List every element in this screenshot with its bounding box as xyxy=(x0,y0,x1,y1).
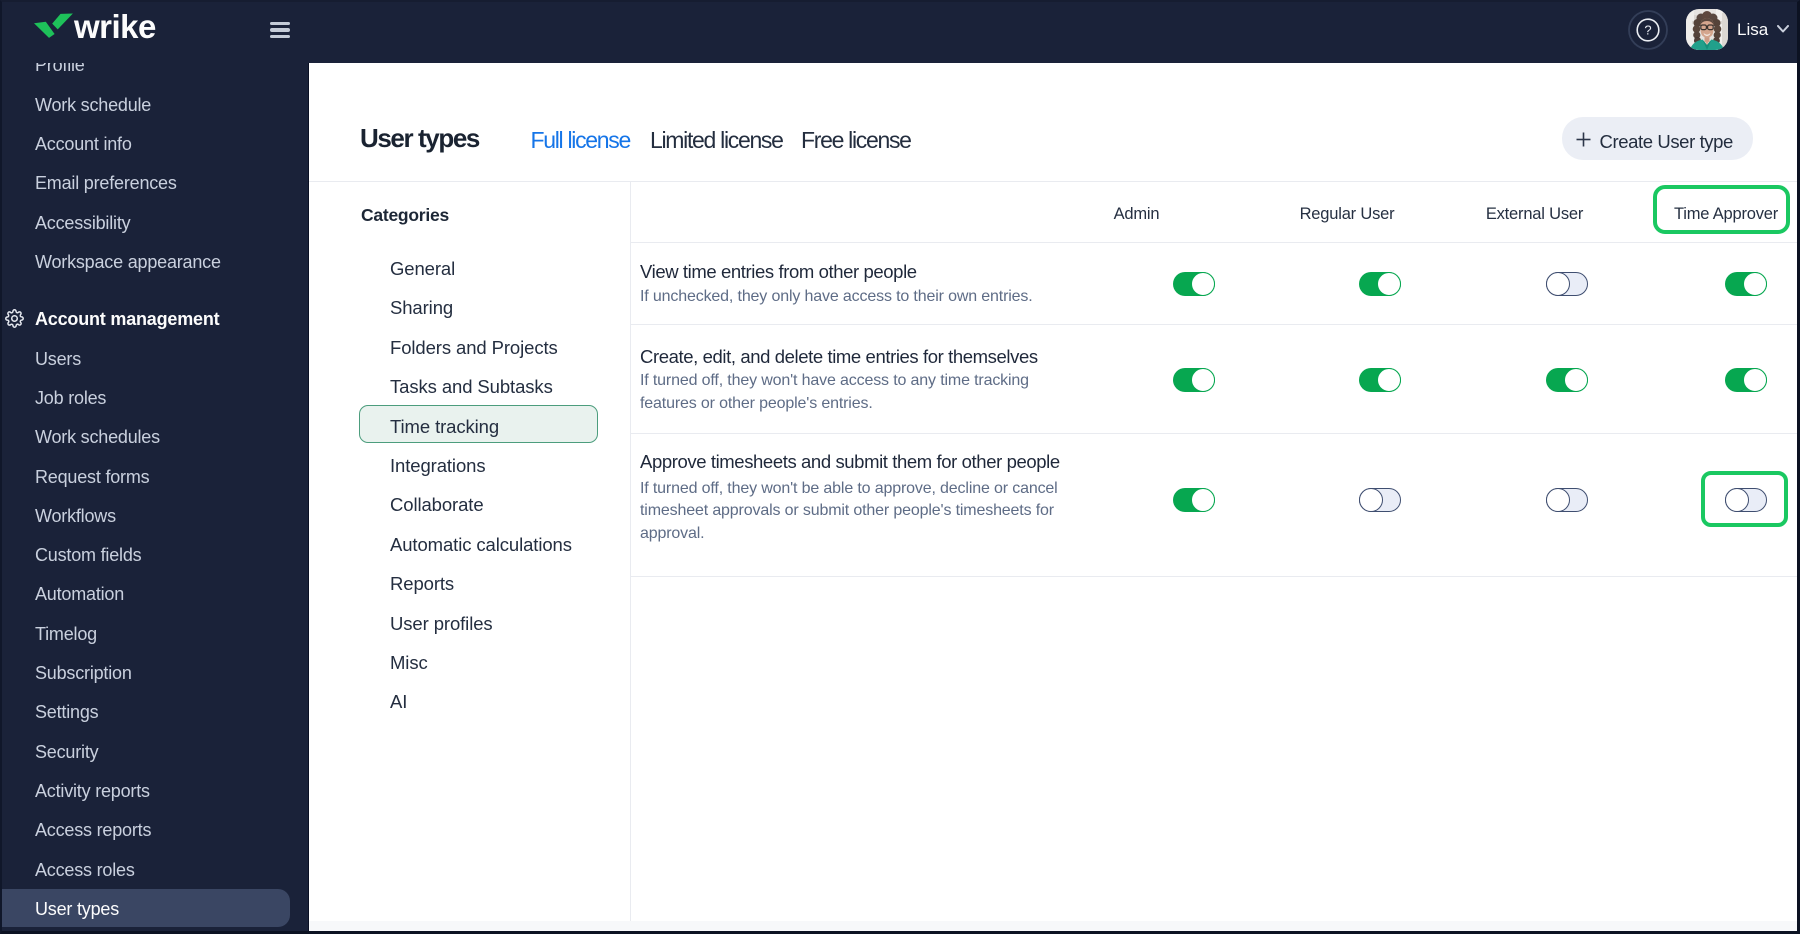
svg-text:wrike: wrike xyxy=(73,8,156,45)
svg-text:?: ? xyxy=(1644,22,1651,37)
